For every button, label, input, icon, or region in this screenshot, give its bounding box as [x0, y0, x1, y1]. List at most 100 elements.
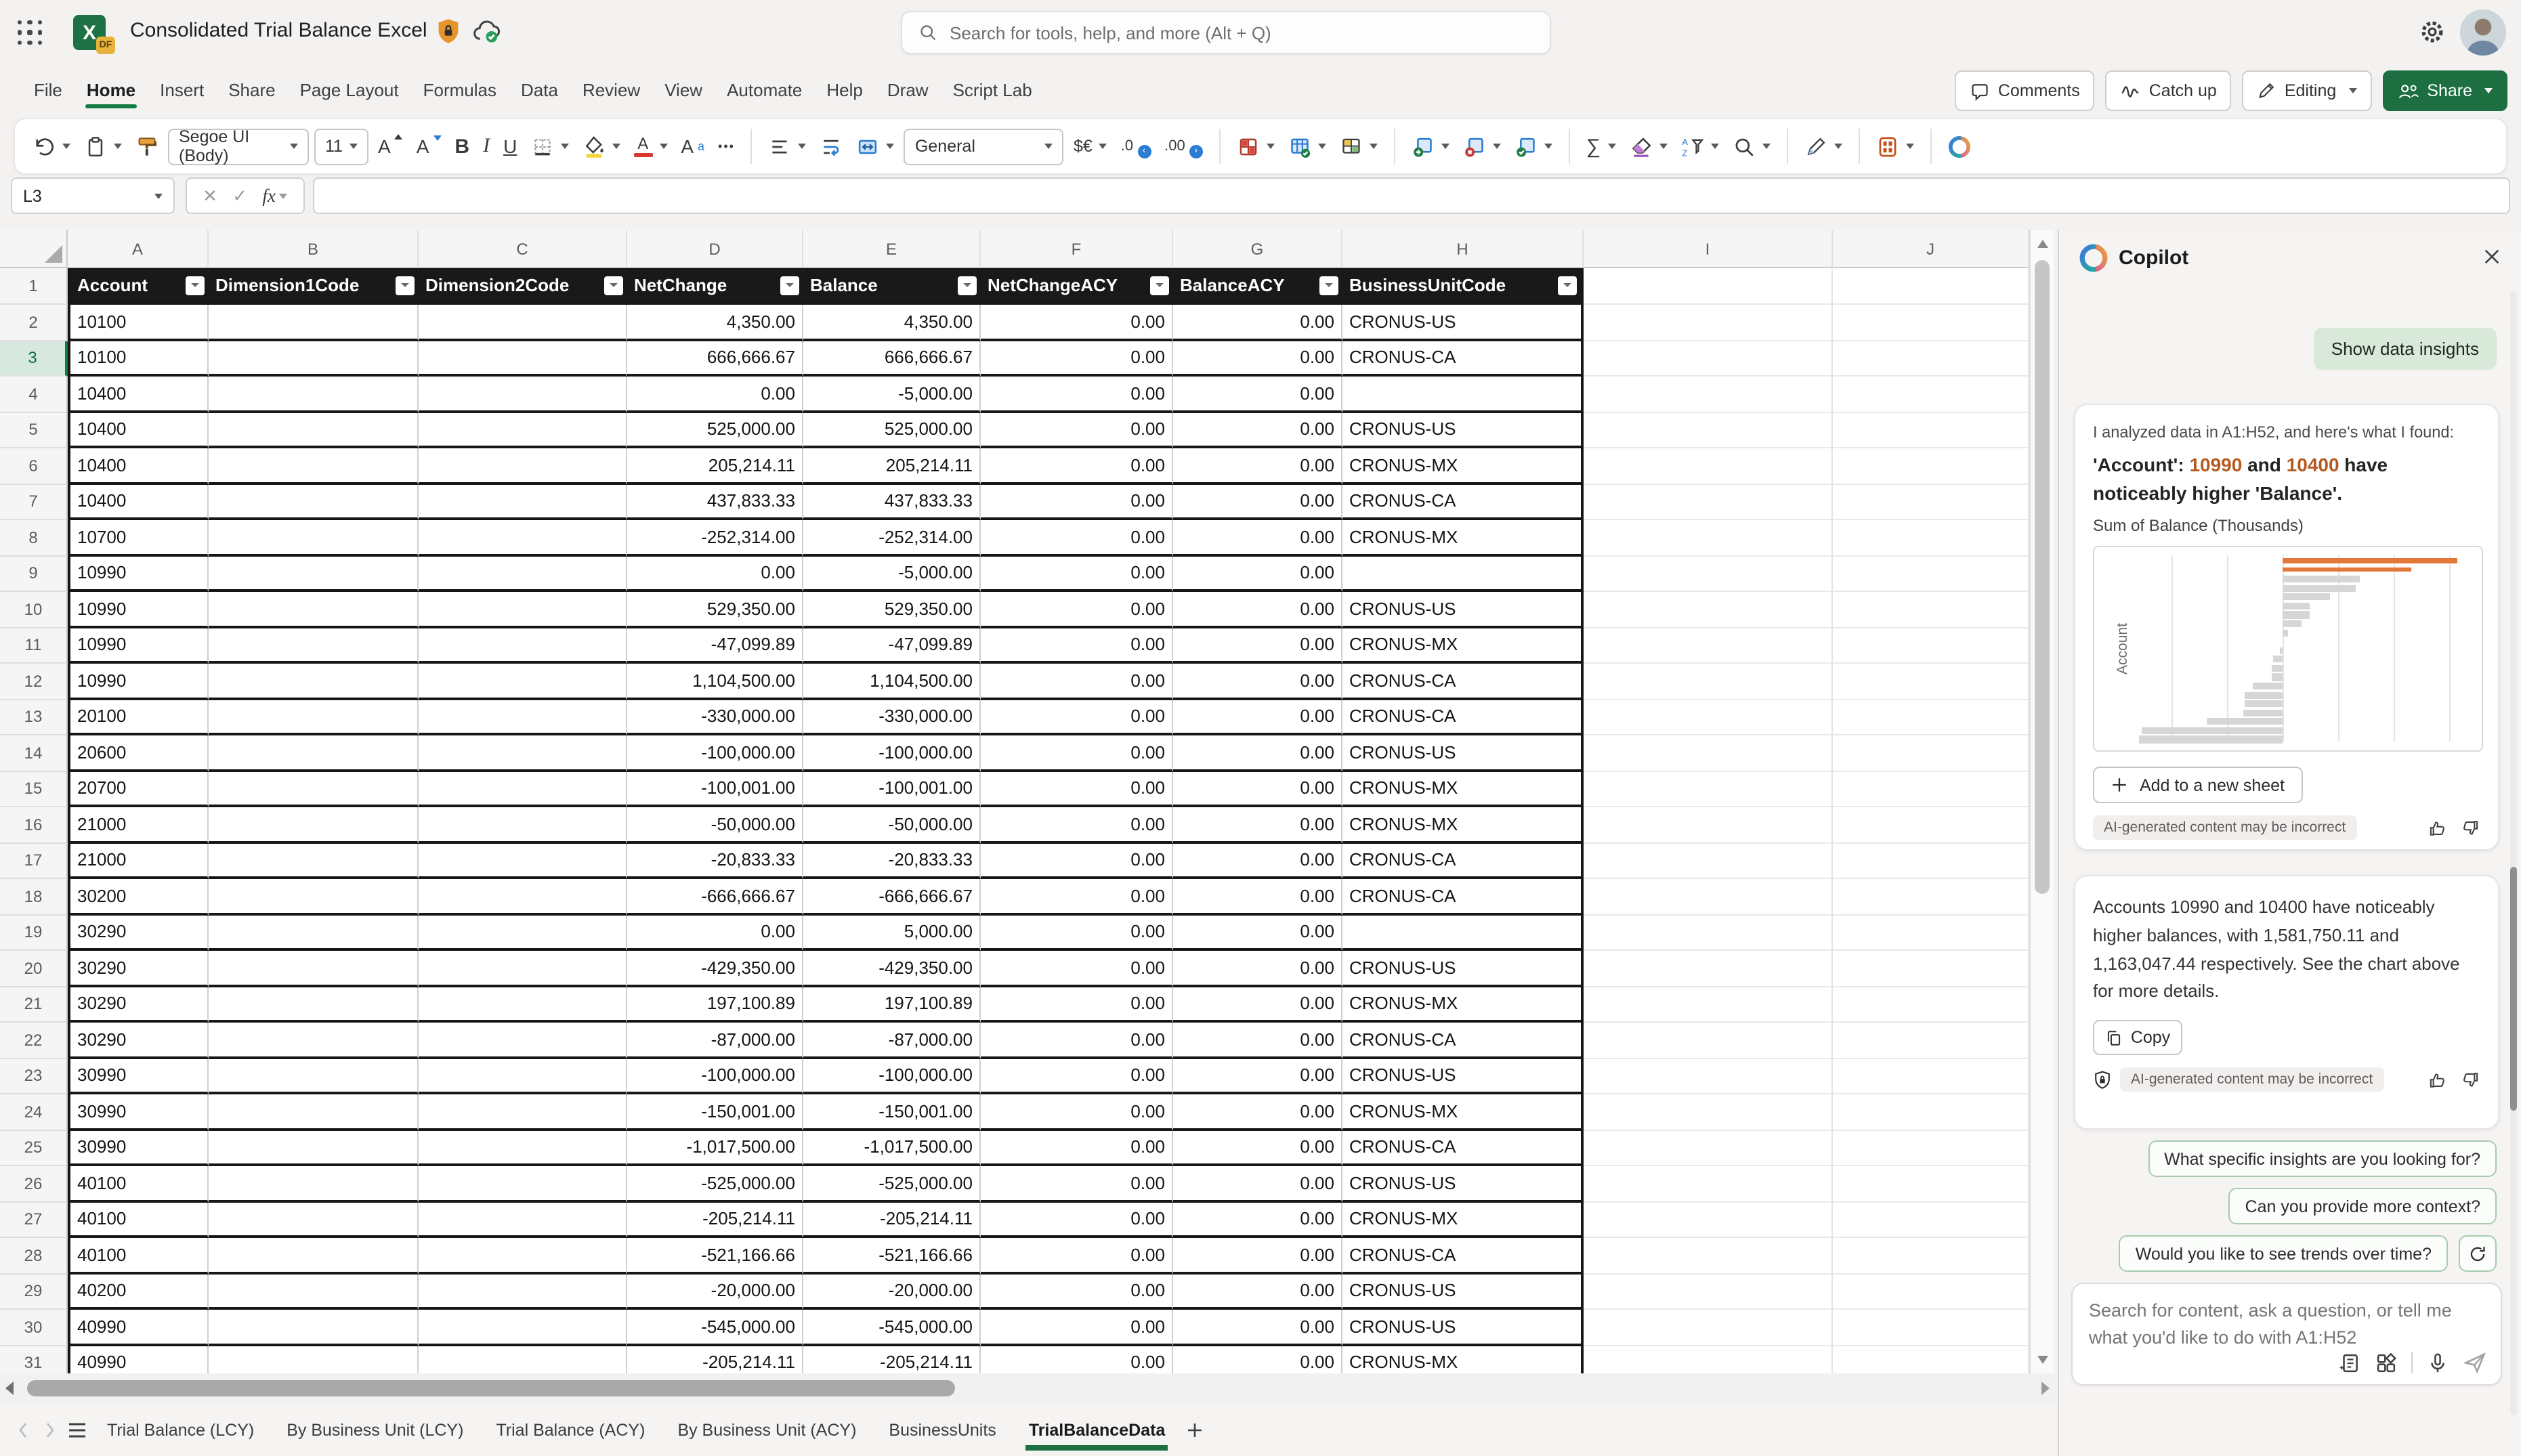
cell[interactable]: -666,666.67 [627, 879, 803, 915]
cell[interactable] [1833, 592, 2029, 628]
cell[interactable]: -1,017,500.00 [803, 1130, 981, 1166]
panel-scrollbar[interactable] [2510, 291, 2517, 1415]
cell[interactable] [1833, 807, 2029, 843]
cell[interactable]: 0.00 [981, 1310, 1173, 1346]
cell[interactable] [209, 628, 419, 664]
cell[interactable] [209, 915, 419, 951]
cell[interactable]: 10100 [68, 341, 209, 377]
cell[interactable]: CRONUS-US [1342, 951, 1584, 987]
row-header[interactable]: 11 [0, 628, 68, 664]
cell[interactable]: 10400 [68, 412, 209, 448]
cell[interactable]: 10700 [68, 520, 209, 556]
cell[interactable] [1833, 843, 2029, 879]
filter-button[interactable] [1319, 276, 1338, 295]
cell[interactable]: 525,000.00 [803, 412, 981, 448]
cell[interactable]: 0.00 [627, 915, 803, 951]
cell[interactable] [1342, 915, 1584, 951]
cell[interactable]: 30290 [68, 987, 209, 1023]
cell[interactable] [419, 628, 627, 664]
cell[interactable] [1584, 700, 1833, 735]
sheet-nav-right-icon[interactable] [38, 1414, 62, 1447]
increase-decimal-button[interactable]: .00 › [1160, 126, 1207, 167]
row-header[interactable]: 24 [0, 1094, 68, 1130]
show-data-insights-chip[interactable]: Show data insights [2313, 328, 2497, 370]
cell[interactable] [419, 484, 627, 520]
menu-item-help[interactable]: Help [814, 66, 875, 112]
cell[interactable] [209, 735, 419, 771]
cell[interactable]: 0.00 [1173, 700, 1342, 735]
cell[interactable] [1584, 843, 1833, 879]
cell[interactable] [1584, 915, 1833, 951]
app-launcher-icon[interactable] [18, 20, 43, 46]
cell[interactable] [209, 1310, 419, 1346]
cell[interactable] [419, 771, 627, 807]
cell[interactable]: CRONUS-US [1342, 305, 1584, 341]
cell[interactable]: 10400 [68, 377, 209, 412]
catch-up-button[interactable]: Catch up [2105, 70, 2232, 111]
text-effects-button[interactable]: Aa [677, 126, 708, 167]
cell[interactable] [209, 771, 419, 807]
cell[interactable]: 20100 [68, 700, 209, 735]
cell[interactable]: -525,000.00 [803, 1166, 981, 1202]
bold-button[interactable]: B [450, 126, 473, 167]
row-header[interactable]: 9 [0, 556, 68, 592]
cell[interactable] [209, 1166, 419, 1202]
row-header[interactable]: 5 [0, 412, 68, 448]
cell[interactable]: 20700 [68, 771, 209, 807]
cell[interactable]: -47,099.89 [627, 628, 803, 664]
row-header[interactable]: 31 [0, 1346, 68, 1373]
cell[interactable]: 0.00 [981, 305, 1173, 341]
row-header[interactable]: 12 [0, 664, 68, 700]
enter-icon[interactable]: ✓ [232, 185, 247, 207]
cell[interactable]: -429,350.00 [627, 951, 803, 987]
cell[interactable] [1833, 915, 2029, 951]
cell[interactable] [1833, 377, 2029, 412]
cell[interactable] [209, 700, 419, 735]
cell[interactable]: 0.00 [1173, 1310, 1342, 1346]
cell[interactable]: 0.00 [1173, 592, 1342, 628]
cell[interactable]: 0.00 [1173, 915, 1342, 951]
cell[interactable]: 5,000.00 [803, 915, 981, 951]
row-header[interactable]: 15 [0, 771, 68, 807]
ribbon-collapse-button[interactable] [2484, 126, 2493, 167]
cell[interactable]: 0.00 [981, 1274, 1173, 1310]
vertical-scrollbar[interactable] [2029, 230, 2054, 1373]
sort-filter-button[interactable]: AZ [1676, 126, 1722, 167]
cell[interactable]: 197,100.89 [803, 987, 981, 1023]
cell[interactable] [1584, 628, 1833, 664]
cell[interactable]: CRONUS-CA [1342, 1130, 1584, 1166]
panel-scroll-thumb[interactable] [2510, 867, 2517, 1111]
menu-item-insert[interactable]: Insert [148, 66, 216, 112]
cell[interactable]: 0.00 [981, 412, 1173, 448]
scroll-up-icon[interactable] [2037, 240, 2048, 248]
cell[interactable]: 0.00 [981, 1023, 1173, 1058]
cell[interactable]: 0.00 [1173, 1130, 1342, 1166]
cell[interactable] [1833, 879, 2029, 915]
cell[interactable]: 437,833.33 [627, 484, 803, 520]
cell[interactable] [419, 700, 627, 735]
cell[interactable] [419, 556, 627, 592]
cell[interactable]: 0.00 [981, 341, 1173, 377]
send-icon[interactable] [2463, 1350, 2487, 1375]
cell[interactable] [1584, 1238, 1833, 1274]
cell[interactable]: -330,000.00 [627, 700, 803, 735]
cell[interactable]: 30990 [68, 1094, 209, 1130]
cell[interactable] [419, 305, 627, 341]
cell[interactable] [209, 664, 419, 700]
cell[interactable]: 0.00 [1173, 771, 1342, 807]
cell[interactable]: 0.00 [1173, 1094, 1342, 1130]
cell[interactable]: -87,000.00 [627, 1023, 803, 1058]
cell[interactable]: -252,314.00 [627, 520, 803, 556]
cell[interactable]: -100,001.00 [627, 771, 803, 807]
cell[interactable]: 0.00 [1173, 1274, 1342, 1310]
cell[interactable]: 0.00 [981, 1058, 1173, 1094]
menu-item-file[interactable]: File [22, 66, 75, 112]
cell[interactable]: 0.00 [1173, 1202, 1342, 1238]
cell[interactable]: 0.00 [1173, 484, 1342, 520]
cell[interactable]: 40200 [68, 1274, 209, 1310]
cell[interactable]: -100,001.00 [803, 771, 981, 807]
cell[interactable]: CRONUS-MX [1342, 807, 1584, 843]
cell[interactable] [209, 843, 419, 879]
cell[interactable]: -1,017,500.00 [627, 1130, 803, 1166]
row-header[interactable]: 25 [0, 1130, 68, 1166]
